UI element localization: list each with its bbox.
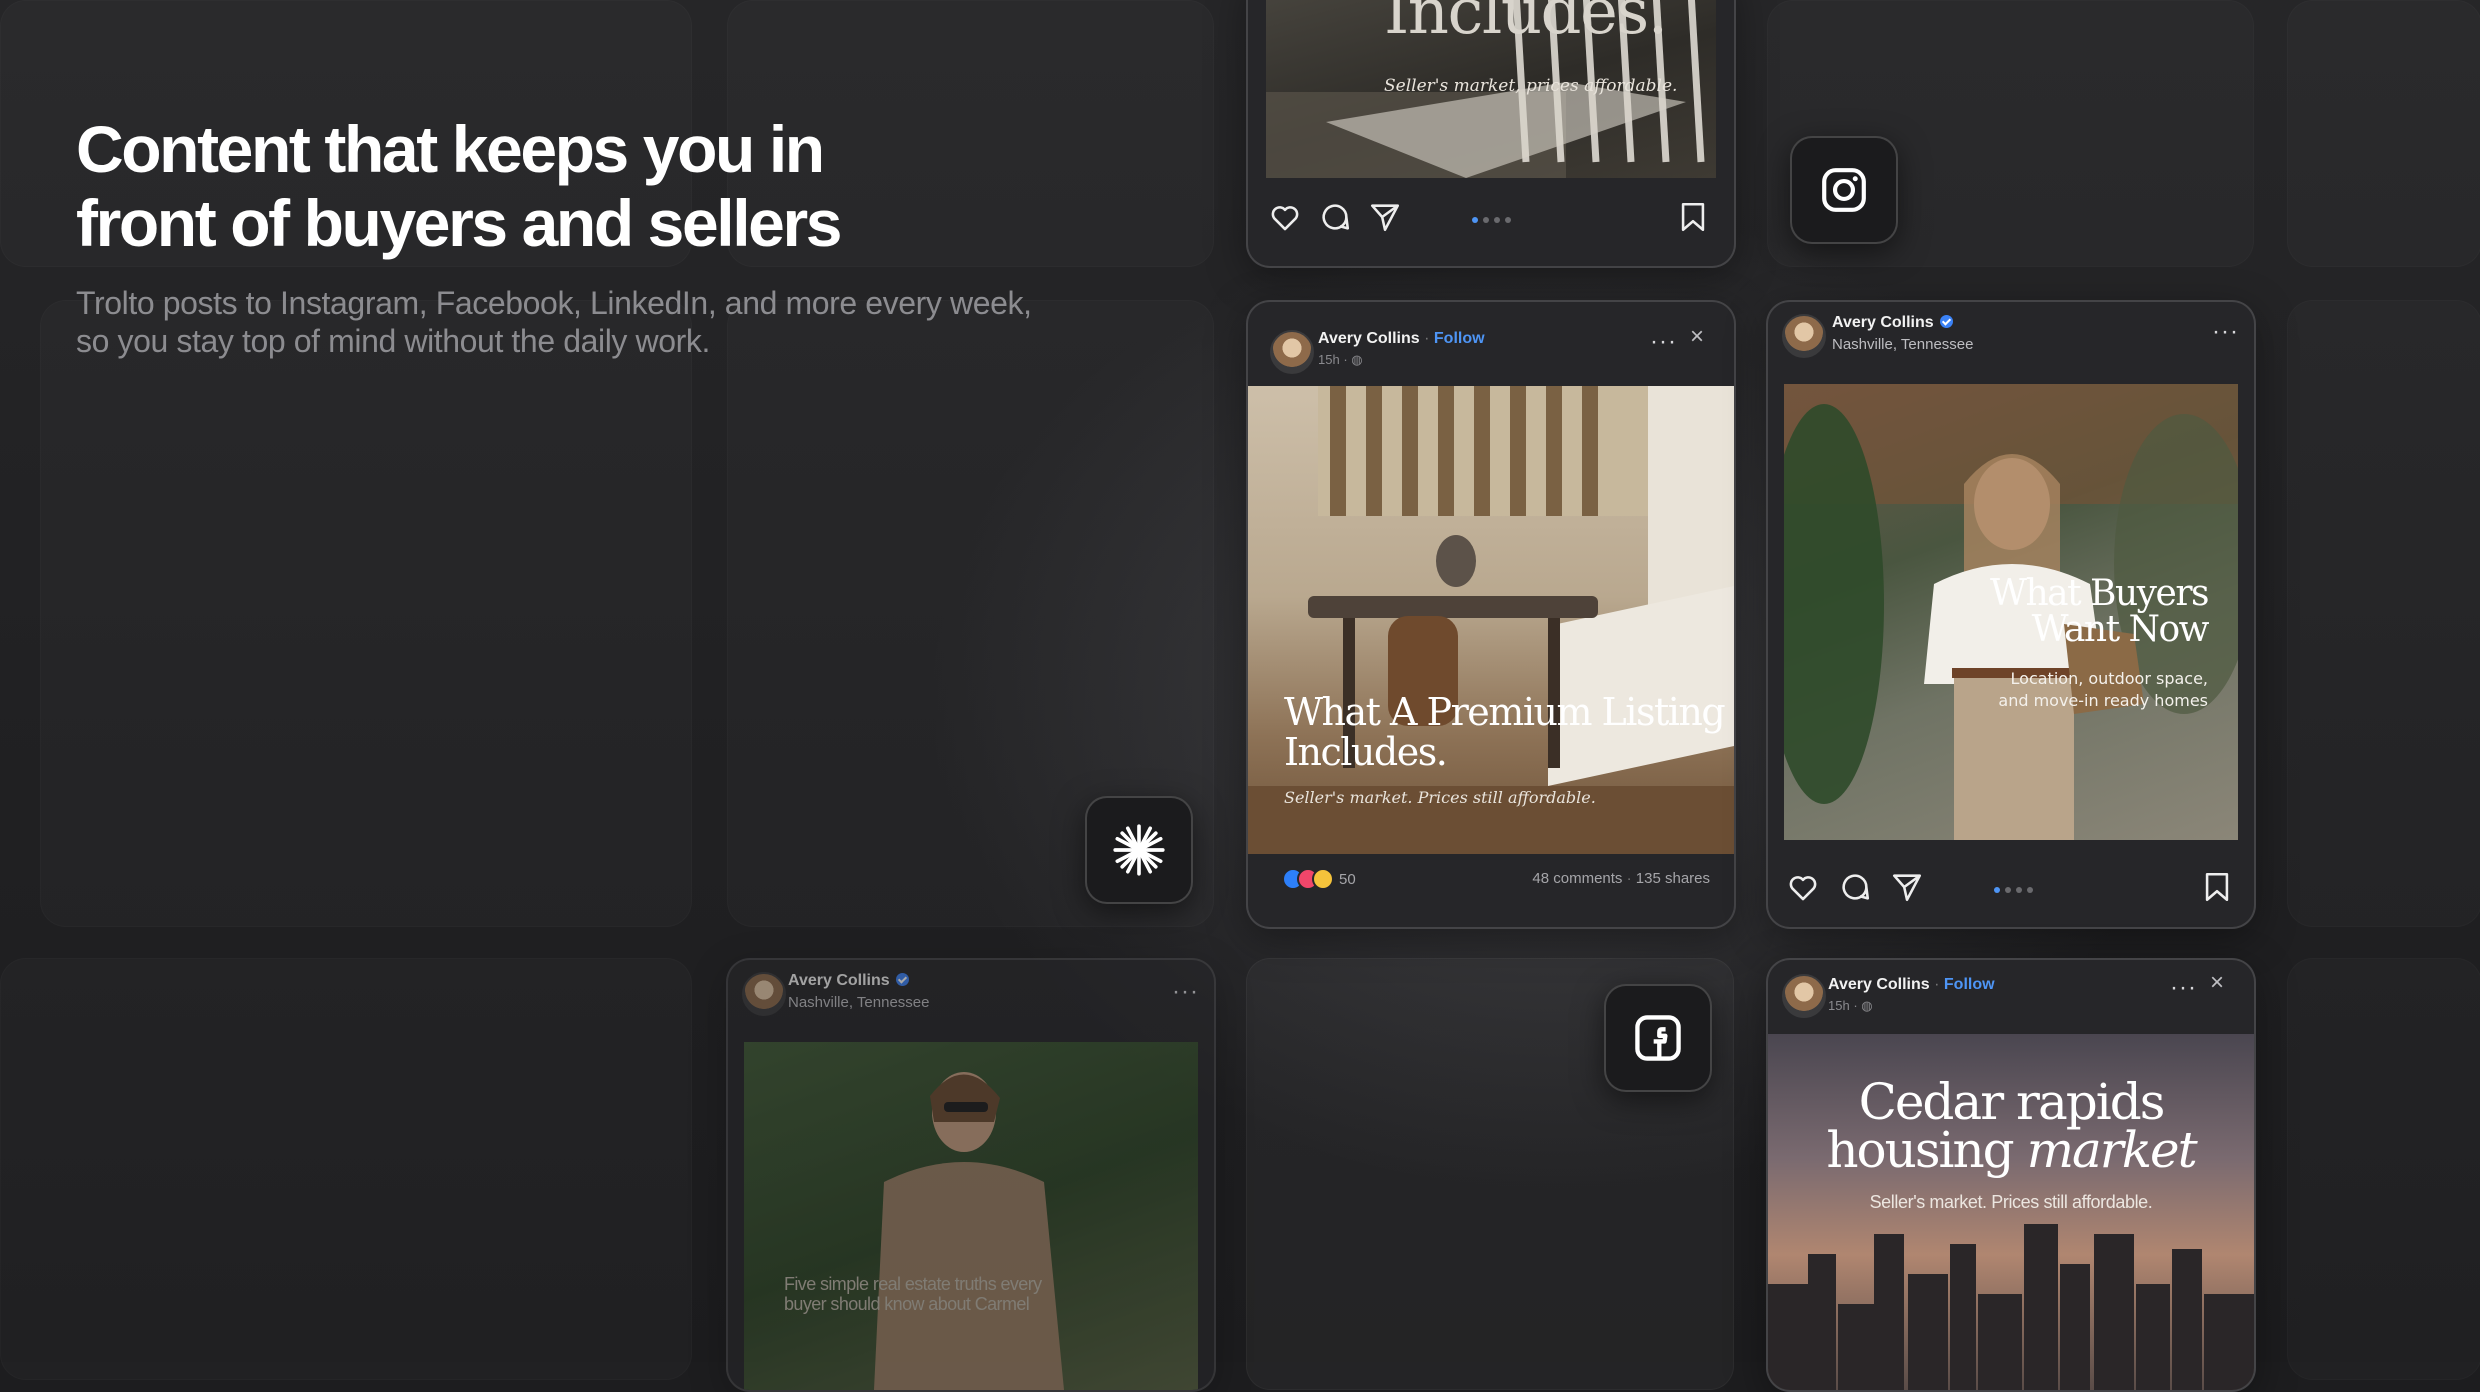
post-time: 15h [1318, 352, 1340, 367]
asterisk-burst-icon [1113, 824, 1165, 876]
carousel-pager [1994, 887, 2033, 893]
heart-icon[interactable] [1786, 870, 1820, 904]
hero-title-line-2: front of buyers and sellers [76, 186, 842, 260]
ghost-tile [40, 300, 692, 927]
instagram-post-carmel[interactable]: Avery Collins Nashville, Tennessee ··· F… [726, 958, 1216, 1392]
facebook-post-premium-listing[interactable]: Avery Collins · Follow 15h · ◍ ··· × Wha… [1246, 300, 1736, 929]
facebook-icon [1635, 1015, 1681, 1061]
post-location[interactable]: Nashville, Tennessee [788, 994, 929, 1011]
post-title: What Buyers Want Now [1989, 573, 2210, 650]
post-author[interactable]: Avery Collins [1318, 330, 1420, 347]
more-options-icon[interactable]: ··· [1650, 330, 1677, 354]
close-icon[interactable]: × [1690, 325, 1704, 349]
post-title-line-2-plain: housing [1826, 1121, 2027, 1179]
post-author[interactable]: Avery Collins [1832, 314, 1934, 331]
post-author-line: Avery Collins [1832, 314, 1953, 332]
haha-reaction-icon [1312, 868, 1334, 890]
post-photo: Five simple real estate truths every buy… [744, 1042, 1198, 1390]
reaction-count: 50 [1339, 870, 1356, 888]
carousel-pager [1472, 217, 1511, 223]
post-author[interactable]: Avery Collins [788, 972, 890, 989]
share-icon[interactable] [1368, 200, 1402, 234]
facebook-post-cedar-rapids[interactable]: Avery Collins · Follow 15h · ◍ ··· × Ced… [1766, 958, 2256, 1392]
follow-link[interactable]: Follow [1944, 976, 1995, 993]
post-author[interactable]: Avery Collins [1828, 976, 1930, 993]
top-instagram-post[interactable]: Includes. Seller's market, prices afford… [1246, 0, 1736, 268]
post-author-line: Avery Collins · Follow [1828, 976, 1995, 993]
post-photo: What A Premium Listing Includes. Seller'… [1248, 386, 1734, 854]
post-author-line: Avery Collins [788, 972, 909, 990]
post-caption-line-2: and move-in ready homes [1998, 691, 2208, 710]
post-title: Cedar rapids housing market [1768, 1077, 2254, 1175]
dining-room-illustration [1248, 386, 1734, 854]
post-header: Avery Collins Nashville, Tennessee ··· [1768, 302, 2254, 384]
hero-title-line-1: Content that keeps you in [76, 112, 825, 186]
post-photo: What Buyers Want Now Location, outdoor s… [1784, 384, 2238, 840]
post-photo: Cedar rapids housing market Seller's mar… [1768, 1034, 2254, 1390]
avatar[interactable] [1270, 330, 1314, 374]
post-caption-line-1: Five simple real estate truths every [784, 1274, 1042, 1294]
instagram-tile[interactable] [1790, 136, 1898, 244]
post-time: 15h [1828, 998, 1850, 1013]
hero: Content that keeps you in front of buyer… [76, 112, 1076, 360]
post-title-fragment: Includes. [1384, 0, 1668, 49]
woman-on-phone-illustration [874, 1072, 1064, 1390]
more-options-icon[interactable]: ··· [2170, 976, 2197, 1000]
close-icon[interactable]: × [2210, 971, 2224, 995]
avatar[interactable] [742, 972, 786, 1016]
heart-icon[interactable] [1268, 200, 1302, 234]
brand-tile[interactable] [1085, 796, 1193, 904]
comment-icon[interactable] [1838, 870, 1872, 904]
more-options-icon[interactable]: ··· [2212, 320, 2239, 344]
post-caption: Location, outdoor space, and move-in rea… [1998, 668, 2208, 712]
reaction-summary[interactable]: 50 [1282, 868, 1356, 890]
post-meta: 15h · ◍ [1318, 352, 1363, 367]
comment-icon[interactable] [1318, 200, 1352, 234]
shares-count[interactable]: 135 shares [1636, 870, 1710, 887]
post-caption-line-1: Location, outdoor space, [2010, 669, 2208, 688]
verified-badge-icon [895, 973, 909, 986]
ghost-tile [2287, 958, 2480, 1380]
post-author-line: Avery Collins · Follow [1318, 330, 1485, 347]
post-caption-line-2: buyer should know about Carmel [784, 1294, 1030, 1314]
post-photo: Includes. Seller's market, prices afford… [1266, 0, 1716, 178]
ghost-tile [2287, 300, 2480, 927]
globe-icon: ◍ [1351, 352, 1363, 367]
follow-link[interactable]: Follow [1434, 330, 1485, 347]
post-stats: 48 comments · 135 shares [1532, 870, 1710, 887]
facebook-tile[interactable] [1604, 984, 1712, 1092]
post-tagline: Seller's market, prices affordable. [1384, 76, 1678, 96]
post-title-line-2-italic: market [2026, 1121, 2198, 1179]
post-header: Avery Collins Nashville, Tennessee ··· [728, 960, 1214, 1042]
share-icon[interactable] [1890, 870, 1924, 904]
globe-icon: ◍ [1861, 998, 1873, 1013]
bookmark-icon[interactable] [1676, 200, 1710, 234]
hero-subtitle: Trolto posts to Instagram, Facebook, Lin… [76, 285, 1032, 359]
post-title-line-2: Want Now [2031, 609, 2210, 650]
instagram-icon [1822, 168, 1866, 212]
bookmark-icon[interactable] [2200, 870, 2234, 904]
verified-badge-icon [1939, 315, 1953, 328]
post-location[interactable]: Nashville, Tennessee [1832, 336, 1973, 353]
avatar[interactable] [1782, 974, 1826, 1018]
post-title: What A Premium Listing Includes. [1284, 690, 1726, 774]
more-options-icon[interactable]: ··· [1172, 980, 1199, 1004]
avatar[interactable] [1782, 314, 1826, 358]
post-tagline: Seller's market. Prices still affordable… [1869, 1192, 2153, 1212]
hero-title: Content that keeps you in front of buyer… [76, 112, 1076, 260]
comments-count[interactable]: 48 comments [1532, 870, 1622, 887]
ghost-tile [0, 958, 692, 1380]
post-actions [1248, 188, 1734, 248]
post-title-line-1: What Buyers [1989, 573, 2210, 614]
post-header: Avery Collins · Follow 15h · ◍ ··· × [1768, 960, 2254, 1042]
ghost-tile [2287, 0, 2480, 267]
instagram-post-what-buyers-want[interactable]: Avery Collins Nashville, Tennessee ··· W… [1766, 300, 2256, 929]
post-header: Avery Collins · Follow 15h · ◍ ··· × [1248, 302, 1734, 384]
post-caption: Five simple real estate truths every buy… [784, 1274, 1042, 1314]
post-meta: 15h · ◍ [1828, 998, 1873, 1013]
post-tagline: Seller's market. Prices still affordable… [1284, 788, 1596, 807]
post-actions [1768, 858, 2254, 918]
